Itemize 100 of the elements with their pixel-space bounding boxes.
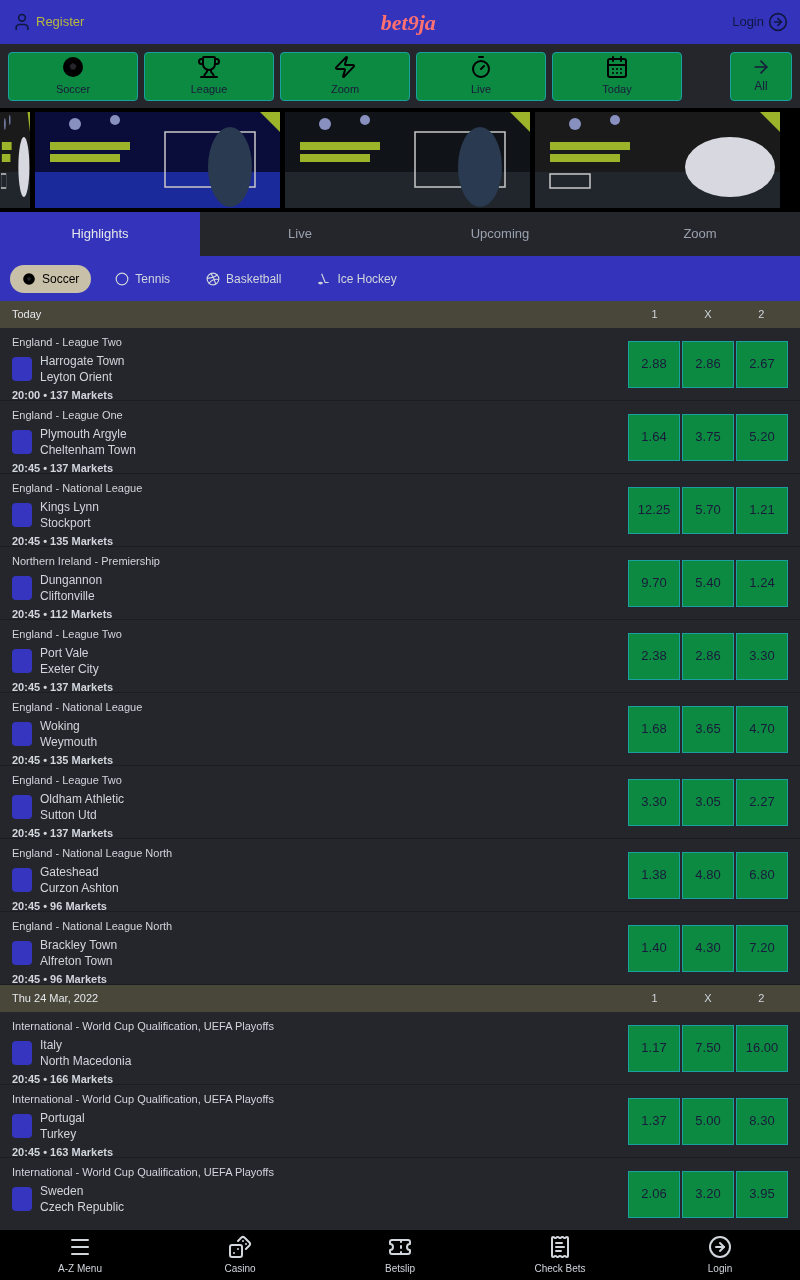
team-logo-icon	[12, 356, 32, 381]
nav-item[interactable]: Login	[640, 1230, 800, 1280]
tennis-ball-icon	[115, 271, 130, 286]
away-team: Cheltenham Town	[40, 441, 136, 458]
away-team: Exeter City	[40, 660, 99, 677]
login-icon	[708, 1234, 732, 1259]
team-logo-icon	[12, 721, 32, 746]
odds-button[interactable]: 1.17	[628, 1024, 680, 1072]
odds-button[interactable]: 3.75	[682, 413, 734, 461]
home-team: Dungannon	[40, 571, 103, 588]
match-info: 20:45 • 96 Markets	[12, 971, 108, 987]
soccer-ball-icon	[22, 271, 36, 286]
odds-button[interactable]: 9.70	[628, 559, 680, 607]
odds-button[interactable]: 3.30	[736, 632, 788, 680]
home-team: Kings Lynn	[40, 498, 99, 515]
sport-chip[interactable]: Basketball	[194, 264, 294, 293]
quick-link-button[interactable]: Soccer	[8, 51, 138, 101]
register-link[interactable]: Register	[12, 12, 85, 32]
odds-button[interactable]: 2.88	[628, 340, 680, 388]
tab[interactable]: Highlights	[0, 212, 200, 256]
home-team: Port Vale	[40, 644, 90, 661]
sport-chip[interactable]: Ice Hockey	[305, 264, 409, 293]
odds-button[interactable]: 1.21	[736, 486, 788, 534]
receipt-icon	[548, 1234, 572, 1259]
away-team: Czech Republic	[40, 1198, 125, 1215]
odds-button[interactable]: 3.05	[682, 778, 734, 826]
team-logo-icon	[12, 1040, 32, 1065]
nav-item[interactable]: Check Bets	[480, 1230, 640, 1280]
team-logo-icon	[12, 794, 32, 819]
away-team: Weymouth	[40, 733, 98, 750]
home-team: Gateshead	[40, 863, 100, 880]
odds-button[interactable]: 2.67	[736, 340, 788, 388]
league-name: International - World Cup Qualification, UEFA Playoffs	[12, 1165, 275, 1180]
league-name: England - League Two	[12, 773, 123, 788]
login-icon	[768, 12, 788, 32]
all-button[interactable]: All	[730, 51, 792, 101]
odds-button[interactable]: 3.30	[628, 778, 680, 826]
away-team: Sutton Utd	[40, 806, 98, 823]
odds-button[interactable]: 3.65	[682, 705, 734, 753]
odds-button[interactable]: 7.50	[682, 1024, 734, 1072]
odds-button[interactable]: 3.95	[736, 1170, 788, 1218]
sport-chip[interactable]: Soccer	[10, 264, 92, 293]
away-team: Curzon Ashton	[40, 879, 119, 896]
odds-button[interactable]: 12.25	[628, 486, 680, 534]
hockey-stick-icon	[317, 271, 332, 286]
match-info: 20:45 • 96 Markets	[12, 898, 108, 914]
match-info: 20:00 • 137 Markets	[12, 387, 115, 403]
odds-button[interactable]: 5.00	[682, 1097, 734, 1145]
quick-link-button[interactable]: Live	[416, 51, 546, 101]
odds-button[interactable]: 2.38	[628, 632, 680, 680]
team-logo-icon	[12, 648, 32, 673]
team-logo-icon	[12, 1113, 32, 1138]
section-title: Thu 24 Mar, 2022	[12, 991, 100, 1007]
odds-button[interactable]: 4.70	[736, 705, 788, 753]
odds-button[interactable]: 5.20	[736, 413, 788, 461]
match-info: 20:45 • 137 Markets	[12, 825, 115, 841]
odds-button[interactable]: 6.80	[736, 851, 788, 899]
odds-button[interactable]: 7.20	[736, 924, 788, 972]
match-info: 20:45 • 135 Markets	[12, 533, 115, 549]
basketball-icon	[206, 271, 221, 286]
quick-link-button[interactable]: Zoom	[280, 51, 410, 101]
column-heading: 2	[757, 307, 766, 323]
nav-item[interactable]: A-Z Menu	[0, 1230, 160, 1280]
odds-button[interactable]: 4.80	[682, 851, 734, 899]
league-name: England - National League North	[12, 919, 174, 934]
nav-item[interactable]: Casino	[160, 1230, 320, 1280]
lightning-icon	[333, 54, 357, 79]
odds-button[interactable]: 2.86	[682, 340, 734, 388]
odds-button[interactable]: 5.70	[682, 486, 734, 534]
odds-button[interactable]: 1.40	[628, 924, 680, 972]
quick-link-button[interactable]: Today	[552, 51, 682, 101]
odds-button[interactable]: 2.06	[628, 1170, 680, 1218]
odds-button[interactable]: 1.24	[736, 559, 788, 607]
odds-button[interactable]: 1.68	[628, 705, 680, 753]
team-logo-icon	[12, 940, 32, 965]
odds-button[interactable]: 5.40	[682, 559, 734, 607]
odds-button[interactable]: 8.30	[736, 1097, 788, 1145]
nav-item[interactable]: Betslip	[320, 1230, 480, 1280]
team-logo-icon	[12, 867, 32, 892]
league-name: England - League Two	[12, 627, 123, 642]
odds-button[interactable]: 1.64	[628, 413, 680, 461]
odds-button[interactable]: 2.27	[736, 778, 788, 826]
match-info: 20:45 • 112 Markets	[12, 606, 114, 622]
team-logo-icon	[12, 575, 32, 600]
match-info: 20:45 • 166 Markets	[12, 1071, 115, 1087]
stopwatch-icon	[469, 54, 493, 79]
league-name: England - National League	[12, 700, 144, 715]
league-name: England - National League North	[12, 846, 174, 861]
odds-button[interactable]: 4.30	[682, 924, 734, 972]
away-team: Turkey	[40, 1125, 78, 1142]
quick-link-button[interactable]: League	[144, 51, 274, 101]
odds-button[interactable]: 3.20	[682, 1170, 734, 1218]
odds-button[interactable]: 1.37	[628, 1097, 680, 1145]
sport-chip[interactable]: Tennis	[103, 264, 183, 293]
user-icon	[12, 12, 32, 32]
column-heading: 1	[650, 307, 659, 323]
away-team: Alfreton Town	[40, 952, 114, 969]
odds-button[interactable]: 16.00	[736, 1024, 788, 1072]
odds-button[interactable]: 1.38	[628, 851, 680, 899]
odds-button[interactable]: 2.86	[682, 632, 734, 680]
